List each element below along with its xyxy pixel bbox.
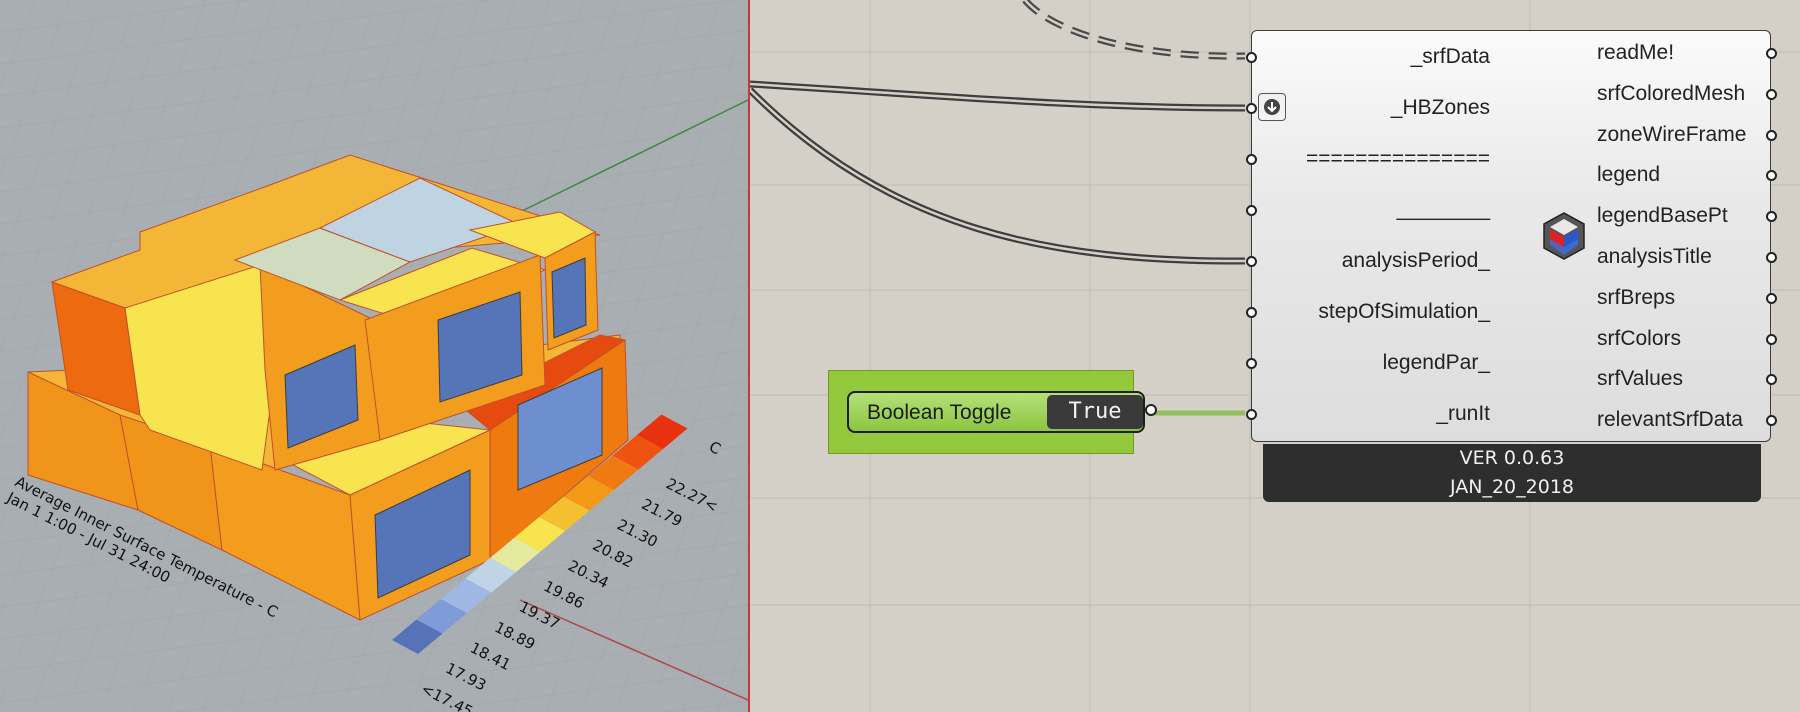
component-version: VER 0.0.63: [1459, 447, 1565, 469]
output-label: relevantSrfData: [1597, 408, 1743, 432]
input-label: _HBZones: [1390, 96, 1490, 119]
input-grip[interactable]: [1246, 256, 1257, 267]
input-grip[interactable]: [1246, 154, 1257, 165]
input-grip[interactable]: [1246, 52, 1257, 63]
input-label: stepOfSimulation_: [1318, 300, 1490, 323]
output-label: srfValues: [1597, 367, 1683, 391]
output-label: srfColoredMesh: [1597, 81, 1746, 105]
output-label: readMe!: [1597, 41, 1675, 64]
component-body[interactable]: _srfData _HBZones =============== ________a…: [1246, 30, 1777, 442]
input-label: _srfData: [1410, 45, 1490, 68]
viewport-scene: <17.4517.9318.4118.8919.3719.8620.3420.8…: [0, 0, 748, 712]
input-label: analysisPeriod_: [1341, 249, 1490, 272]
zoom-arrow-button[interactable]: [1258, 93, 1286, 121]
input-grip[interactable]: [1246, 205, 1257, 216]
input-grip[interactable]: [1246, 358, 1257, 369]
wires: [750, 0, 1246, 416]
input-label: legendPar_: [1382, 351, 1490, 374]
toggle-output-grip[interactable]: [1145, 404, 1157, 416]
input-grip[interactable]: [1246, 103, 1257, 114]
output-label: analysisTitle: [1597, 245, 1712, 268]
honeybee-cube-icon: [1543, 212, 1585, 260]
output-grip[interactable]: [1766, 129, 1777, 141]
input-label: _runIt: [1436, 402, 1490, 425]
input-grip[interactable]: [1246, 307, 1257, 318]
component-date: JAN_20_2018: [1449, 476, 1574, 498]
arrow-down-icon: [1264, 99, 1280, 115]
output-grip[interactable]: [1766, 292, 1777, 304]
boolean-toggle[interactable]: Boolean Toggle True: [828, 370, 1157, 454]
output-grip[interactable]: [1766, 252, 1777, 263]
output-label: srfColors: [1597, 326, 1682, 350]
input-grip[interactable]: [1246, 409, 1257, 420]
output-label: srfBreps: [1597, 285, 1676, 309]
rhino-viewport[interactable]: <17.45 17.93 18.41 18.89 19.37 19.86 20.34 20.8…: [0, 0, 748, 712]
output-grip[interactable]: [1766, 333, 1777, 345]
boolean-toggle-value[interactable]: True: [1047, 395, 1143, 429]
honeybee-color-surfaces-component[interactable]: _srfData _HBZones =============== ________a…: [1246, 30, 1777, 502]
component-footer: VER 0.0.63 JAN_20_2018: [1263, 444, 1761, 502]
boolean-toggle-capsule[interactable]: Boolean Toggle True: [847, 391, 1145, 433]
output-label: zoneWireFrame: [1597, 122, 1747, 146]
grasshopper-canvas[interactable]: _srfData _HBZones =============== ________a…: [750, 0, 1800, 712]
input-label: ===============: [1306, 147, 1490, 170]
boolean-toggle-label: Boolean Toggle: [867, 401, 1012, 424]
output-grip[interactable]: [1766, 88, 1777, 100]
input-label: ________: [1396, 198, 1490, 221]
output-label: legend: [1597, 163, 1661, 187]
output-label: legendBasePt: [1597, 204, 1728, 228]
output-grip[interactable]: [1766, 48, 1777, 59]
